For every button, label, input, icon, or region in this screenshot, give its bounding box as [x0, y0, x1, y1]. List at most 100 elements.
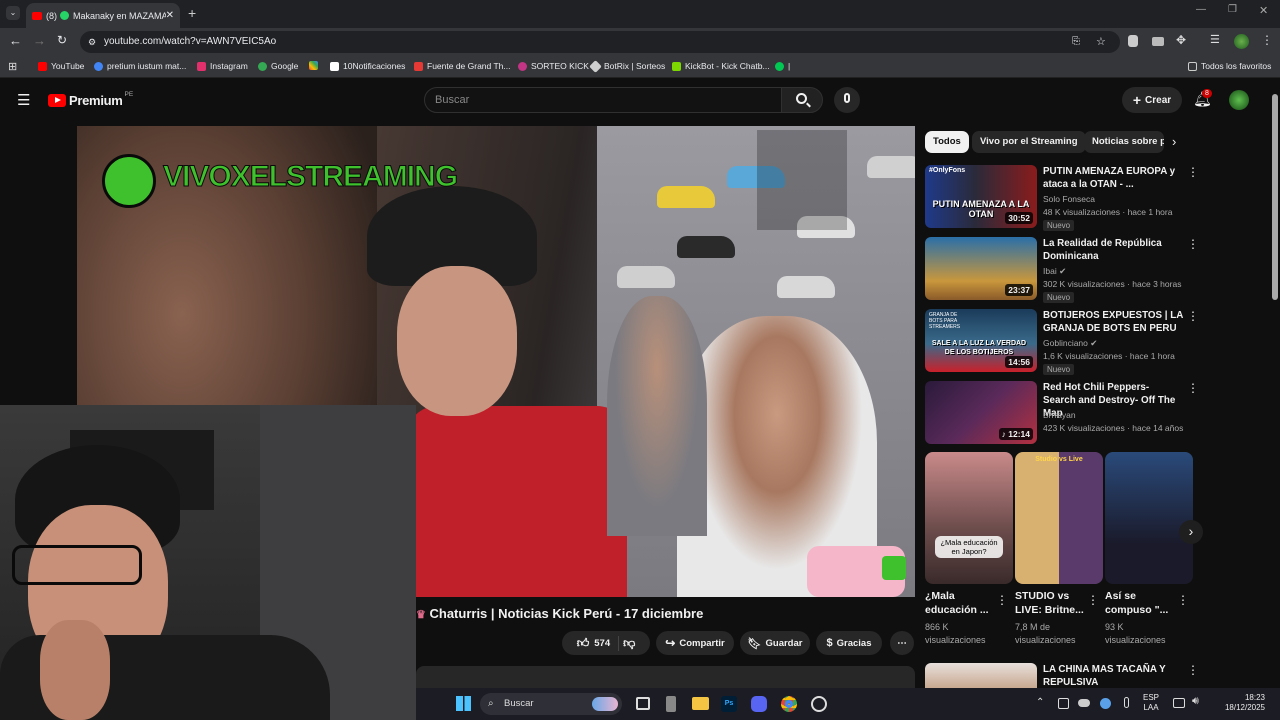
bookmark-extra[interactable]: |	[775, 61, 790, 71]
bookmark-kickbot[interactable]: KickBot - Kick Chatb...	[672, 61, 770, 71]
apps-grid-icon[interactable]: ⊞	[8, 60, 17, 73]
short-thumbnail[interactable]: Studio vs Live	[1015, 452, 1103, 584]
short-title[interactable]: ¿Mala educación ...	[925, 589, 991, 617]
install-app-icon[interactable]: ⎘	[1072, 31, 1080, 53]
network-icon[interactable]	[1173, 698, 1185, 708]
more-options-icon[interactable]: ⋮	[1187, 165, 1199, 179]
share-button[interactable]: ↪ Compartir	[656, 631, 734, 655]
scrollbar-thumb[interactable]	[1272, 94, 1278, 300]
back-icon[interactable]: ←	[9, 33, 22, 48]
bookmark-youtube[interactable]: YouTube	[38, 61, 84, 71]
minimize-icon[interactable]: —	[1196, 4, 1206, 15]
sneaker	[867, 156, 915, 178]
shorts-next-button[interactable]: ›	[1179, 520, 1203, 544]
premium-label: Premium	[69, 93, 123, 108]
youtube-header: ☰ Premium PE Buscar + Crear 🔔︎ 8	[0, 78, 1280, 122]
app-icon[interactable]	[811, 696, 827, 712]
person-glasses	[607, 296, 707, 536]
reload-icon[interactable]: ↻	[57, 33, 67, 47]
bookmark-pinwheel[interactable]	[309, 61, 322, 70]
create-button[interactable]: + Crear	[1122, 87, 1182, 113]
recommendation-card[interactable]: LA CHINA MAS TACAÑA Y REPULSIVA ⋮	[925, 663, 1200, 688]
microphone-icon[interactable]	[1124, 697, 1129, 708]
page-scrollbar[interactable]	[1270, 82, 1280, 688]
bookmark-sorteo-kick[interactable]: SORTEO KICK	[518, 61, 589, 71]
browser-tab[interactable]: (8) Makanaky en MAZAMAN ✕	[26, 3, 180, 28]
more-options-icon[interactable]: ⋮	[1187, 237, 1199, 251]
chip-vivo-streaming[interactable]: Vivo por el Streaming	[972, 131, 1086, 153]
sorteo-icon	[518, 61, 527, 71]
chip-all[interactable]: Todos	[925, 131, 969, 153]
extension-icon[interactable]	[1152, 37, 1164, 46]
reading-list-icon[interactable]: ☰	[1210, 33, 1220, 46]
app-icon[interactable]	[666, 696, 676, 712]
search-button[interactable]	[781, 87, 823, 113]
new-tab-icon[interactable]: +	[188, 5, 196, 21]
chip-noticias[interactable]: Noticias sobre p	[1084, 131, 1164, 153]
short-more-icon[interactable]: ⋮	[1177, 593, 1189, 607]
recommendation-card[interactable]: GRANJA DE BOTS PARA STREAMERS SALE A LA …	[925, 309, 1200, 375]
brand-overlay-text: VIVOXELSTREAMING	[162, 160, 458, 194]
short-thumbnail[interactable]	[1105, 452, 1193, 584]
search-input[interactable]: Buscar	[424, 87, 782, 113]
profile-avatar[interactable]	[1234, 34, 1249, 49]
bookmark-google[interactable]: Google	[258, 61, 298, 71]
file-explorer-icon[interactable]	[692, 697, 709, 710]
recommendation-card[interactable]: ♪ 12:14 Red Hot Chili Peppers- Search an…	[925, 381, 1200, 445]
browser-menu-icon[interactable]: ⋮	[1261, 33, 1273, 47]
clock[interactable]: 18:23 18/12/2025	[1209, 693, 1265, 713]
more-actions-button[interactable]: ⋯	[890, 631, 914, 655]
more-options-icon[interactable]: ⋮	[1187, 381, 1199, 395]
short-more-icon[interactable]: ⋮	[996, 593, 1008, 607]
short-more-icon[interactable]: ⋮	[1087, 593, 1099, 607]
like-button[interactable]: 👍︎ 574	[577, 635, 620, 651]
video-thumbnail: ♪ 12:14	[925, 381, 1037, 444]
bookmark-fuente-grand-theft[interactable]: Fuente de Grand Th...	[414, 61, 510, 71]
account-avatar[interactable]	[1229, 90, 1249, 110]
restore-icon[interactable]: ❐	[1228, 4, 1237, 15]
dislike-button[interactable]: 👎︎	[623, 636, 635, 651]
cloud-icon[interactable]	[1078, 699, 1090, 707]
volume-icon[interactable]: 🔊︎	[1192, 695, 1199, 708]
extensions-puzzle-icon[interactable]: ✥	[1176, 33, 1186, 47]
bookmark-pretium[interactable]: pretium iustum mat...	[94, 61, 186, 71]
bookmark-botrix[interactable]: BotRix | Sorteos	[589, 59, 665, 73]
chips-next-icon[interactable]: ›	[1172, 134, 1176, 149]
close-tab-icon[interactable]: ✕	[166, 10, 174, 21]
windows-start-icon[interactable]	[456, 696, 471, 711]
recommendation-card[interactable]: 23:37 La Realidad de República Dominican…	[925, 237, 1200, 303]
thanks-button[interactable]: $ Gracias	[816, 631, 882, 655]
discord-icon[interactable]	[751, 696, 767, 712]
bookmark-10notificaciones[interactable]: 10Notificaciones	[330, 61, 405, 71]
forward-icon[interactable]: →	[33, 33, 46, 48]
hamburger-menu-icon[interactable]: ☰	[17, 91, 30, 109]
save-button[interactable]: 🔖︎ Guardar	[740, 631, 810, 655]
language-indicator[interactable]: ESP LAA	[1143, 693, 1159, 713]
voice-search-button[interactable]	[834, 87, 860, 113]
channel-watermark-icon	[882, 556, 906, 580]
address-bar[interactable]: ⚙ youtube.com/watch?v=AWN7VEIC5Ao ⎘ ☆	[80, 31, 1120, 53]
more-options-icon[interactable]: ⋮	[1187, 663, 1199, 677]
short-title[interactable]: Así se compuso "...	[1105, 589, 1173, 617]
tray-icon[interactable]	[1100, 698, 1111, 709]
bookmark-star-icon[interactable]: ☆	[1096, 31, 1106, 53]
task-view-icon[interactable]	[636, 697, 650, 710]
recommendation-card[interactable]: #OnlyFons PUTIN AMENAZA A LA OTAN 30:52 …	[925, 165, 1200, 231]
site-info-icon[interactable]: ⚙	[88, 31, 96, 53]
youtube-logo[interactable]: Premium PE	[48, 91, 133, 108]
short-thumbnail[interactable]: ¿Mala educación en Japon?	[925, 452, 1013, 584]
tray-icon[interactable]	[1058, 698, 1069, 709]
show-hidden-icons-icon[interactable]: ⌃	[1036, 697, 1044, 708]
all-bookmarks-folder[interactable]: Todos los favoritos	[1188, 61, 1271, 71]
bookmark-instagram[interactable]: Instagram	[197, 61, 248, 71]
chrome-icon[interactable]	[781, 696, 797, 712]
description-box[interactable]	[416, 666, 915, 688]
close-window-icon[interactable]: ✕	[1259, 4, 1268, 17]
tab-search-icon[interactable]: ⌄	[6, 6, 20, 20]
brand-logo-icon	[102, 154, 156, 208]
short-title[interactable]: STUDIO vs LIVE: Britne...	[1015, 589, 1085, 617]
photoshop-icon[interactable]: Ps	[721, 696, 737, 712]
taskbar-search-input[interactable]: ⌕ Buscar	[480, 693, 622, 715]
extension-icon[interactable]	[1128, 35, 1138, 47]
more-options-icon[interactable]: ⋮	[1187, 309, 1199, 323]
